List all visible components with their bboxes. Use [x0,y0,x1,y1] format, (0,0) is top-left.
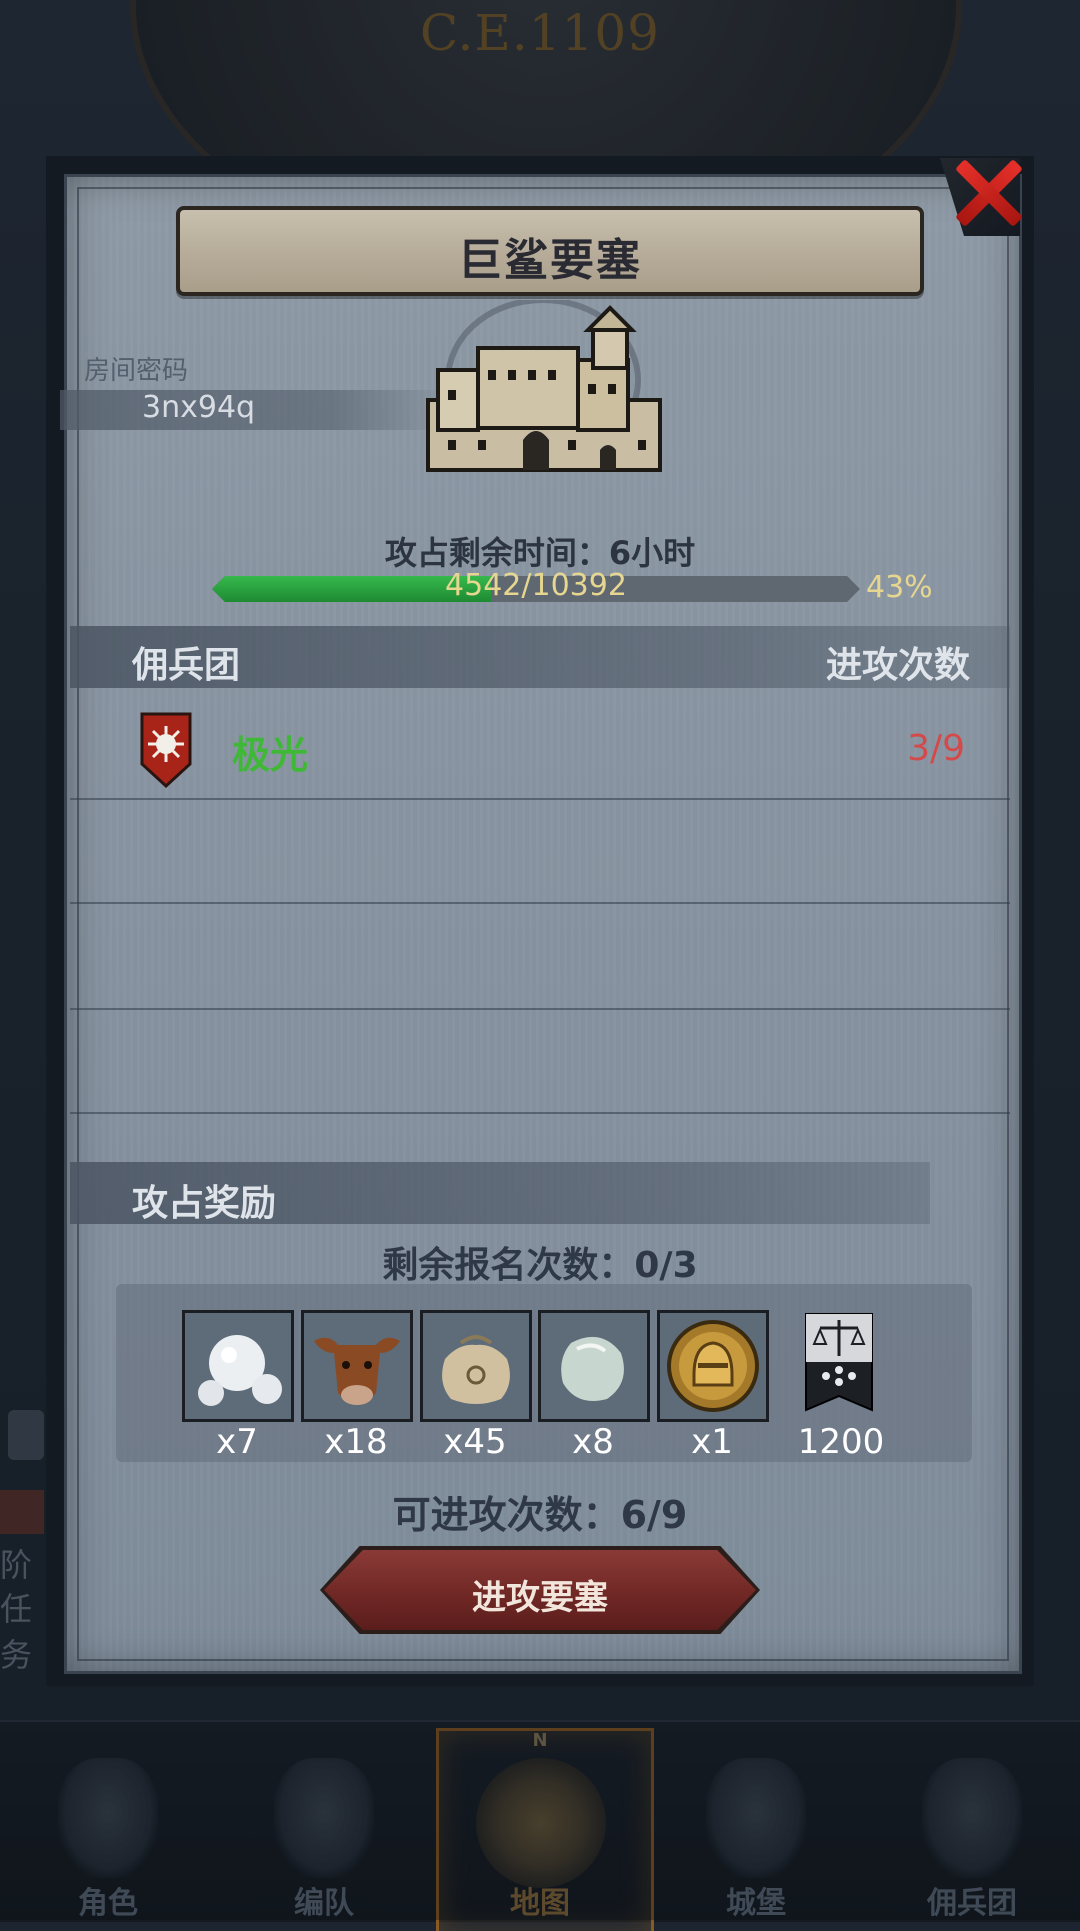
bull-head-icon [301,1310,413,1422]
signup-remaining: 剩余报名次数：0/3 [382,1245,698,1286]
title-banner: 巨鲨要塞 [176,206,924,296]
reward-item[interactable]: x45 [420,1310,532,1462]
reward-item[interactable]: x8 [538,1310,650,1462]
attack-fortress-button-label[interactable]: 进攻要塞 [324,1570,756,1619]
attack-count-header: 进攻次数 [825,645,970,686]
room-password-label: 房间密码 [84,356,189,386]
gem-stone-icon [538,1310,650,1422]
row-divider [70,1008,1010,1010]
reward-item[interactable]: 1200 [786,1310,896,1462]
mercenary-name[interactable]: 极光 [232,724,308,779]
reward-header: 攻占奖励 [132,1183,277,1224]
attackable-count: 可进攻次数：6/9 [392,1493,688,1537]
sack-icon [420,1310,532,1422]
reward-quantity: 1200 [797,1422,885,1462]
reward-item[interactable]: x7 [182,1310,294,1462]
reward-quantity: x1 [691,1422,733,1462]
row-divider [70,902,1010,904]
conquer-progress-percent: 43% [866,570,933,605]
fortress-castle-icon [426,300,662,472]
mercenary-attack-count: 3/9 [907,728,965,769]
dialog-title: 巨鲨要塞 [458,235,642,286]
close-icon [948,150,1028,230]
conquer-progress-value: 4542/10392 [445,568,627,603]
scales-banner-icon [786,1310,892,1416]
reward-item[interactable]: x18 [301,1310,413,1462]
knight-helmet-medal-icon [657,1310,769,1422]
room-password-value[interactable]: 3nx94q [142,390,255,425]
close-button[interactable] [940,150,1030,240]
pearl-icon [182,1310,294,1422]
mercenary-header: 佣兵团 [132,645,241,686]
mercenary-emblem-icon [140,712,192,788]
row-divider [70,798,1010,800]
row-divider [70,1112,1010,1114]
reward-item[interactable]: x1 [657,1310,769,1462]
